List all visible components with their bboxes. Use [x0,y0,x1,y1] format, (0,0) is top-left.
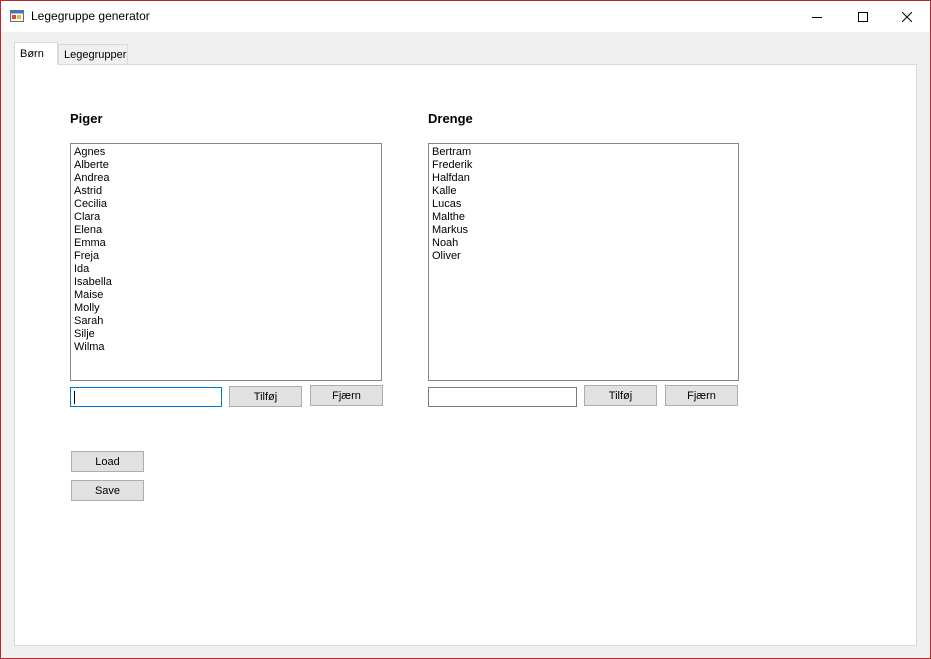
minimize-icon [812,12,822,22]
maximize-button[interactable] [840,1,886,32]
list-item[interactable]: Bertram [432,146,735,159]
close-button[interactable] [884,1,930,32]
text-caret [74,391,75,404]
maximize-icon [858,11,868,22]
list-item[interactable]: Ida [74,263,378,276]
app-form-icon [10,9,24,23]
list-item[interactable]: Markus [432,224,735,237]
tab-legegrupper[interactable]: Legegrupper [58,44,128,65]
list-item[interactable]: Sarah [74,315,378,328]
app-window: Legegruppe generator Børn Legegrupper Pi… [0,0,931,659]
boys-add-button[interactable]: Tilføj [584,385,657,406]
list-item[interactable]: Freja [74,250,378,263]
girls-name-input[interactable] [70,387,222,407]
list-item[interactable]: Elena [74,224,378,237]
list-item[interactable]: Isabella [74,276,378,289]
list-item[interactable]: Clara [74,211,378,224]
list-item[interactable]: Lucas [432,198,735,211]
boys-heading: Drenge [428,111,473,126]
girls-list: Agnes Alberte Andrea Astrid Cecilia Clara Elen… [74,146,378,354]
boys-remove-button[interactable]: Fjærn [665,385,738,406]
list-item[interactable]: Frederik [432,159,735,172]
list-item[interactable]: Agnes [74,146,378,159]
list-item[interactable]: Noah [432,237,735,250]
girls-remove-button[interactable]: Fjærn [310,385,383,406]
load-button[interactable]: Load [71,451,144,472]
girls-heading: Piger [70,111,103,126]
list-item[interactable]: Silje [74,328,378,341]
list-item[interactable]: Malthe [432,211,735,224]
girls-listbox[interactable]: Agnes Alberte Andrea Astrid Cecilia Clara Elen… [70,143,382,381]
list-item[interactable]: Andrea [74,172,378,185]
save-button[interactable]: Save [71,480,144,501]
list-item[interactable]: Emma [74,237,378,250]
girls-add-button[interactable]: Tilføj [229,386,302,407]
list-item[interactable]: Halfdan [432,172,735,185]
title-bar[interactable]: Legegruppe generator [1,1,930,32]
list-item[interactable]: Kalle [432,185,735,198]
list-item[interactable]: Astrid [74,185,378,198]
minimize-button[interactable] [794,1,840,32]
boys-name-input[interactable] [428,387,577,407]
list-item[interactable]: Maise [74,289,378,302]
tab-boern[interactable]: Børn [14,42,58,65]
boys-listbox[interactable]: Bertram Frederik Halfdan Kalle Lucas Malthe Ma… [428,143,739,381]
list-item[interactable]: Oliver [432,250,735,263]
close-icon [902,11,912,22]
list-item[interactable]: Cecilia [74,198,378,211]
boys-list: Bertram Frederik Halfdan Kalle Lucas Malthe Ma… [432,146,735,263]
list-item[interactable]: Alberte [74,159,378,172]
list-item[interactable]: Wilma [74,341,378,354]
tab-page-boern: Piger Agnes Alberte Andrea Astrid Cecilia Cla… [14,64,917,646]
window-title: Legegruppe generator [31,9,150,23]
list-item[interactable]: Molly [74,302,378,315]
